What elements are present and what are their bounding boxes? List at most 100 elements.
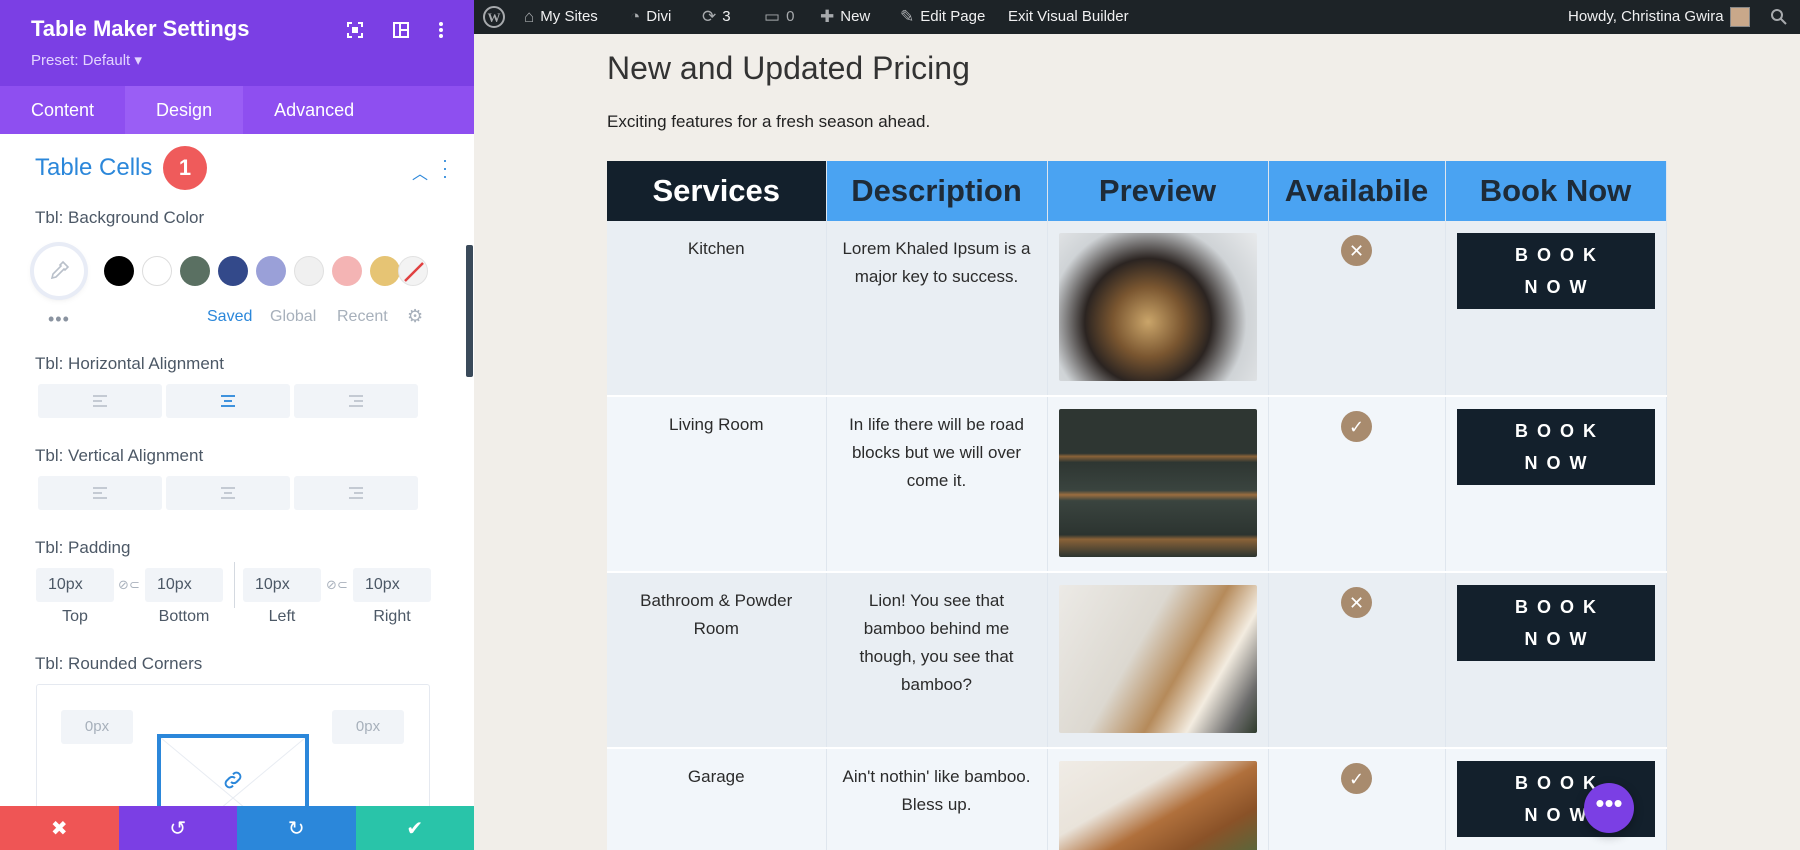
valign-middle-button[interactable] <box>166 476 290 510</box>
now-label: NOW <box>1524 277 1596 297</box>
divi-menu[interactable]: ◔ Divi <box>630 0 671 34</box>
refresh-icon: ⟳ <box>702 7 717 26</box>
book-now-button[interactable]: BOOK NOW <box>1456 409 1655 485</box>
link-icon[interactable]: ⊘⊂ <box>326 577 348 593</box>
preset-dropdown[interactable]: Preset: Default ▾ <box>31 51 142 69</box>
builder-menu-button[interactable]: ••• <box>1584 783 1634 833</box>
cancel-button[interactable]: ✖ <box>0 806 119 850</box>
padding-right-input[interactable]: 10px <box>353 568 431 602</box>
search-icon[interactable] <box>1770 0 1788 34</box>
save-button[interactable]: ✔ <box>355 806 474 850</box>
col-header-book-now: Book Now <box>1445 161 1667 221</box>
swatch-navy[interactable] <box>218 256 248 286</box>
swatch-gold[interactable] <box>370 256 400 286</box>
swatch-none[interactable] <box>398 256 428 286</box>
color-picker-button[interactable] <box>34 246 84 296</box>
padding-bottom-label: Bottom <box>158 608 210 625</box>
col-header-available: Availabile <box>1268 161 1446 221</box>
valign-bottom-button[interactable] <box>294 476 418 510</box>
link-icon[interactable]: ⊘⊂ <box>118 577 140 593</box>
swatch-lavender[interactable] <box>256 256 286 286</box>
comment-icon: ▭ <box>764 7 781 26</box>
align-center-button[interactable] <box>166 384 290 418</box>
layout-icon[interactable] <box>391 20 411 40</box>
swatch-tab-recent[interactable]: Recent <box>337 308 388 326</box>
fullscreen-icon[interactable] <box>345 20 365 40</box>
new-menu[interactable]: ✚ New <box>820 0 870 34</box>
align-left-button[interactable] <box>38 384 162 418</box>
corner-top-left-input[interactable]: 0px <box>61 710 133 744</box>
tab-design[interactable]: Design <box>125 86 244 134</box>
svg-text:W: W <box>488 10 501 25</box>
corners-label: Tbl: Rounded Corners <box>35 654 203 673</box>
book-now-button[interactable]: BOOK NOW <box>1456 585 1655 661</box>
pencil-icon: ✎ <box>900 7 915 26</box>
redo-button[interactable]: ↻ <box>237 806 356 850</box>
comments-menu[interactable]: ▭ 0 <box>764 0 794 34</box>
wordpress-icon: W <box>483 6 505 28</box>
now-label: NOW <box>1524 629 1596 649</box>
undo-button[interactable]: ↺ <box>118 806 237 850</box>
valign-bottom-icon <box>349 487 363 499</box>
swatch-green[interactable] <box>180 256 210 286</box>
edit-page-label: Edit Page <box>920 8 986 25</box>
wordpress-logo-icon[interactable]: W <box>482 0 506 34</box>
table-row: Bathroom & Powder Room Lion! You see tha… <box>607 572 1667 749</box>
book-label: BOOK <box>1515 421 1605 441</box>
preview-cell <box>1047 572 1269 749</box>
panel-scrollbar[interactable] <box>466 245 473 377</box>
padding-top-input[interactable]: 10px <box>36 568 114 602</box>
padding-right-label: Right <box>373 608 411 625</box>
magnifier-icon <box>1771 9 1787 25</box>
swatch-pink[interactable] <box>332 256 362 286</box>
valign-top-button[interactable] <box>38 476 162 510</box>
edit-page-link[interactable]: ✎ Edit Page <box>900 0 985 34</box>
bg-color-label: Tbl: Background Color <box>35 208 205 227</box>
my-sites-label: My Sites <box>540 8 598 25</box>
section-title[interactable]: Table Cells <box>35 154 152 182</box>
book-cell: BOOK NOW <box>1445 396 1667 573</box>
book-cell: BOOK NOW <box>1445 748 1667 850</box>
available-check-icon: ✓ <box>1341 411 1372 442</box>
admin-bar: W ⌂ My Sites ◔ Divi ⟳ 3 ▭ 0 ✚ New ✎ Edit Page … <box>474 0 1800 34</box>
available-check-icon: ✓ <box>1341 763 1372 794</box>
padding-left-input[interactable]: 10px <box>243 568 321 602</box>
padding-bottom-input[interactable]: 10px <box>145 568 223 602</box>
available-cell: ✕ <box>1268 221 1446 397</box>
description-cell: Lion! You see that bamboo behind me thou… <box>826 572 1048 749</box>
user-menu[interactable]: Howdy, Christina Gwira <box>1568 0 1750 34</box>
updates-menu[interactable]: ⟳ 3 <box>702 0 731 34</box>
exit-visual-builder-link[interactable]: Exit Visual Builder <box>1008 0 1129 34</box>
swatch-tab-saved[interactable]: Saved <box>207 308 252 326</box>
more-swatches-icon[interactable]: ••• <box>48 309 70 330</box>
align-left-icon <box>93 395 107 407</box>
align-right-button[interactable] <box>294 384 418 418</box>
col-header-description: Description <box>826 161 1048 221</box>
swatch-black[interactable] <box>104 256 134 286</box>
book-cell: BOOK NOW <box>1445 221 1667 397</box>
swatch-white[interactable] <box>142 256 172 286</box>
link-corners-icon[interactable] <box>221 768 245 792</box>
preview-cell <box>1047 396 1269 573</box>
tab-content[interactable]: Content <box>0 86 125 134</box>
preview-cell <box>1047 748 1269 850</box>
v-align-label: Tbl: Vertical Alignment <box>35 446 204 465</box>
book-label: BOOK <box>1515 597 1605 617</box>
padding-left-label: Left <box>268 608 296 625</box>
padding-label: Tbl: Padding <box>35 538 131 557</box>
chevron-up-icon[interactable]: ︿ <box>412 160 428 184</box>
my-sites-menu[interactable]: ⌂ My Sites <box>524 0 598 34</box>
swatch-light-gray[interactable] <box>294 256 324 286</box>
screen: Table Maker Settings Preset: Default ▾ C… <box>0 0 1800 850</box>
panel-title: Table Maker Settings <box>31 16 250 41</box>
swatch-tab-global[interactable]: Global <box>270 308 316 326</box>
avatar <box>1729 7 1750 27</box>
corner-top-right-input[interactable]: 0px <box>332 710 404 744</box>
more-options-icon[interactable] <box>431 20 451 40</box>
table-row: Kitchen Lorem Khaled Ipsum is a major ke… <box>607 221 1667 397</box>
section-menu-icon[interactable]: · · · <box>442 151 448 185</box>
h-align-group <box>38 384 418 418</box>
tab-advanced[interactable]: Advanced <box>243 86 385 134</box>
book-now-button[interactable]: BOOK NOW <box>1456 233 1655 309</box>
gear-icon[interactable]: ⚙ <box>407 306 423 327</box>
